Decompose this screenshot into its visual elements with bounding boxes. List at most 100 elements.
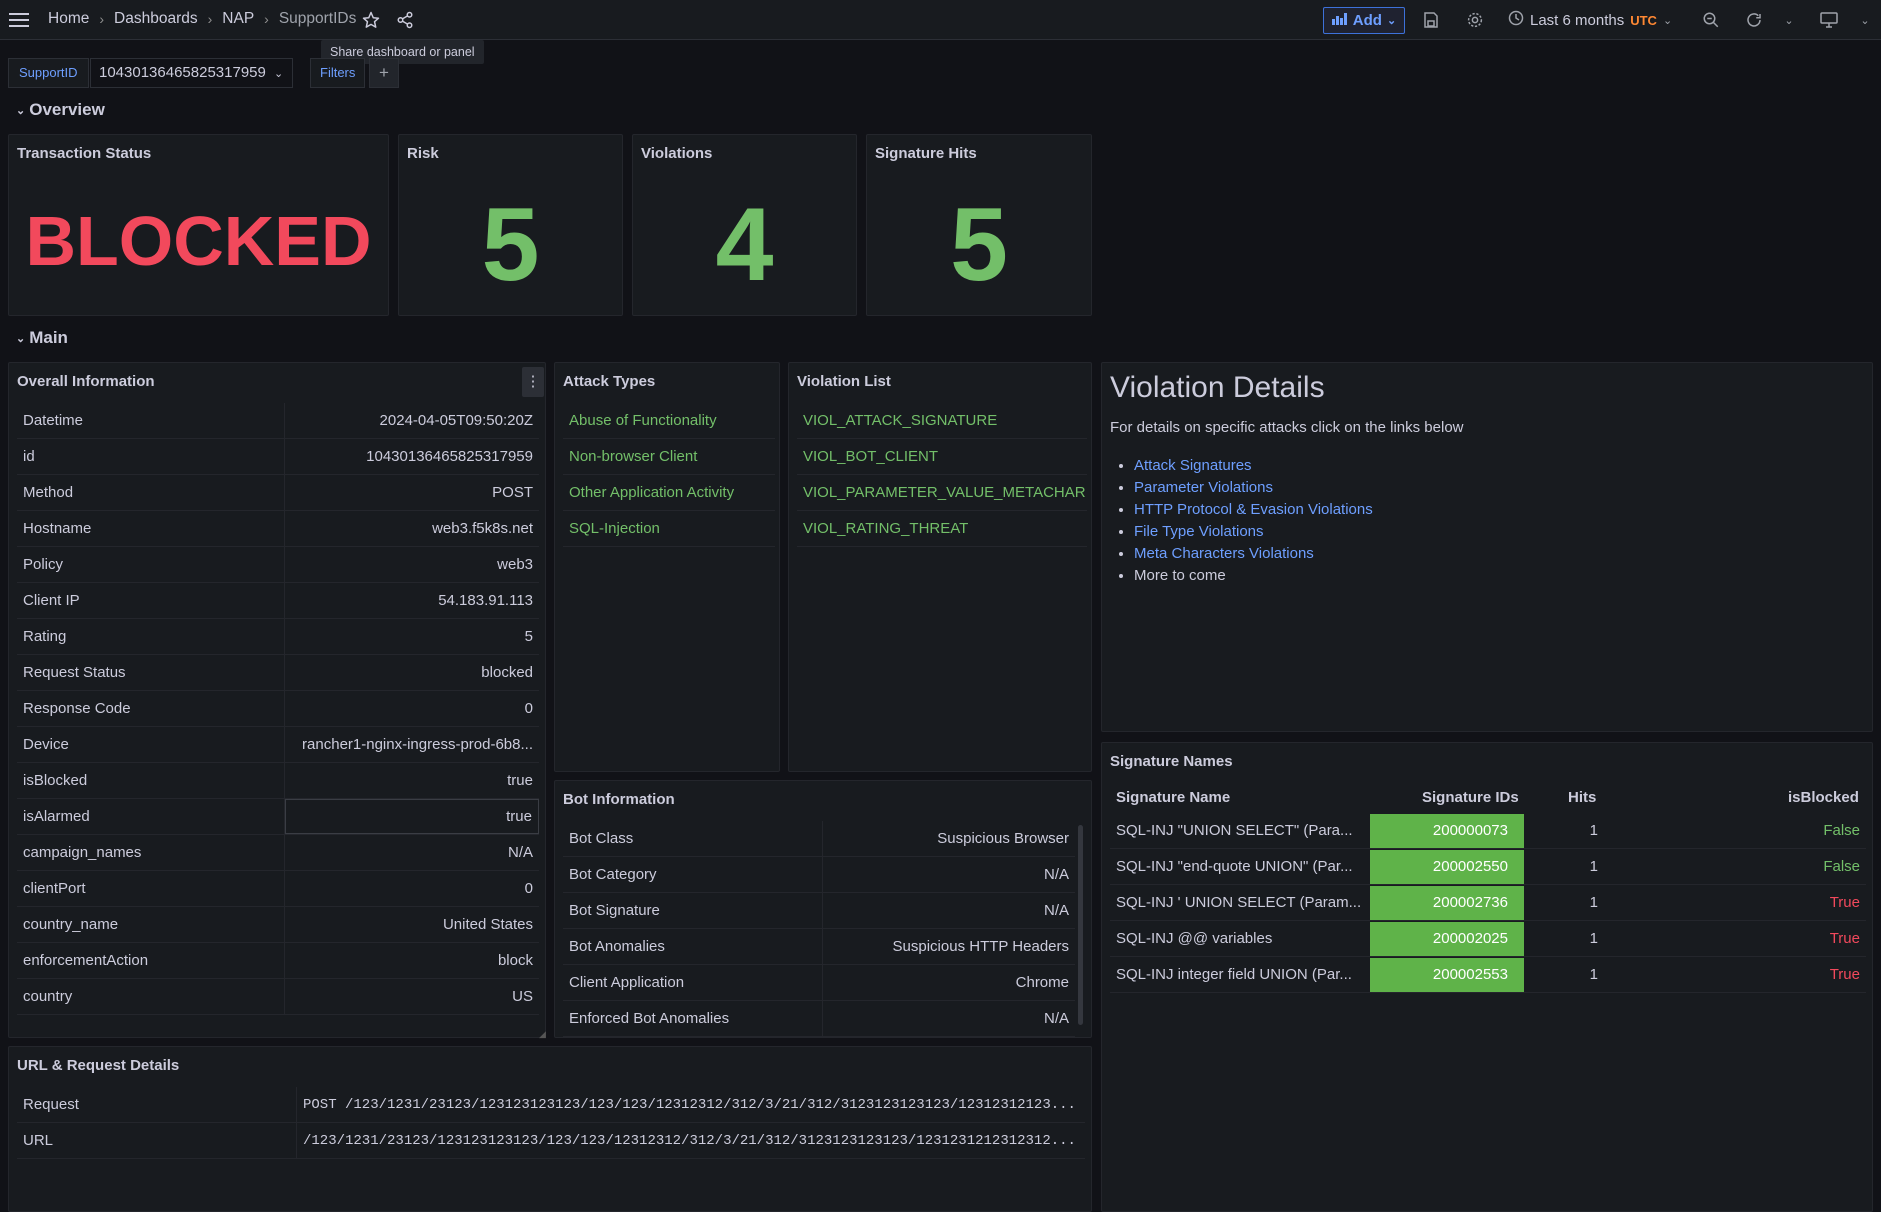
list-item[interactable]: Other Application Activity bbox=[563, 475, 775, 511]
filters-label[interactable]: Filters bbox=[310, 58, 366, 88]
panel-title: Risk bbox=[407, 145, 439, 162]
table-row: SQL-INJ integer field UNION (Par... 20000… bbox=[1110, 957, 1866, 993]
table-row: enforcementAction block bbox=[17, 943, 539, 979]
tv-icon[interactable] bbox=[1816, 7, 1842, 33]
zoom-out-icon[interactable] bbox=[1698, 7, 1724, 33]
list-item: Meta Characters Violations bbox=[1134, 543, 1373, 565]
isblocked-cell: True bbox=[1829, 930, 1860, 947]
add-filter-button[interactable]: + bbox=[369, 58, 399, 88]
signature-id-cell: 200002025 bbox=[1370, 921, 1524, 956]
hits-cell: 1 bbox=[1589, 822, 1598, 839]
violation-details-heading: Violation Details bbox=[1110, 371, 1325, 404]
row-key: Response Code bbox=[17, 691, 285, 726]
link-file-type[interactable]: File Type Violations bbox=[1134, 523, 1264, 540]
column-header-signature-name[interactable]: Signature Name bbox=[1116, 789, 1230, 806]
chevron-down-icon: ⌄ bbox=[1386, 15, 1397, 27]
row-overview-title: Overview bbox=[29, 100, 105, 119]
column-header-isblocked[interactable]: isBlocked bbox=[1788, 789, 1859, 806]
link-meta-characters[interactable]: Meta Characters Violations bbox=[1134, 545, 1314, 562]
table-row: Request Status blocked bbox=[17, 655, 539, 691]
link-parameter-violations[interactable]: Parameter Violations bbox=[1134, 479, 1273, 496]
star-icon[interactable] bbox=[358, 7, 384, 33]
table-row: Bot Class Suspicious Browser bbox=[563, 821, 1075, 857]
link-attack-signatures[interactable]: Attack Signatures bbox=[1134, 457, 1252, 474]
breadcrumb-nap[interactable]: NAP bbox=[222, 10, 254, 28]
violation-links-list: Attack Signatures Parameter Violations H… bbox=[1134, 455, 1373, 587]
row-key: Client IP bbox=[17, 583, 285, 618]
refresh-icon[interactable] bbox=[1741, 7, 1767, 33]
breadcrumb: Home › Dashboards › NAP › SupportIDs bbox=[48, 10, 356, 28]
table-row: campaign_names N/A bbox=[17, 835, 539, 871]
panel-menu-icon[interactable]: ⋮ bbox=[522, 367, 544, 397]
signature-id-cell: 200002736 bbox=[1370, 885, 1524, 920]
link-http-protocol[interactable]: HTTP Protocol & Evasion Violations bbox=[1134, 501, 1373, 518]
list-item[interactable]: VIOL_PARAMETER_VALUE_METACHAR bbox=[797, 475, 1087, 511]
hits-cell: 1 bbox=[1589, 894, 1598, 911]
row-overview[interactable]: ⌄ Overview bbox=[16, 100, 105, 120]
supportid-variable-label: SupportID bbox=[8, 58, 89, 88]
table-row: Device rancher1-nginx-ingress-prod-6b8... bbox=[17, 727, 539, 763]
row-key: Bot Anomalies bbox=[563, 929, 823, 964]
list-item[interactable]: VIOL_BOT_CLIENT bbox=[797, 439, 1087, 475]
row-key: isAlarmed bbox=[17, 799, 285, 834]
resize-handle-icon[interactable]: ◢ bbox=[539, 1029, 546, 1040]
signature-hits-value: 5 bbox=[950, 186, 1008, 303]
table-row: Response Code 0 bbox=[17, 691, 539, 727]
table-row: SQL-INJ @@ variables 200002025 1 True bbox=[1110, 921, 1866, 957]
list-item[interactable]: Abuse of Functionality bbox=[563, 403, 775, 439]
row-value: Suspicious HTTP Headers bbox=[892, 938, 1069, 955]
table-row: URL/123/1231/23123/123123123123/123/123/… bbox=[17, 1123, 1085, 1159]
time-range-label: Last 6 months bbox=[1530, 11, 1625, 29]
chevron-down-icon[interactable]: ⌄ bbox=[1852, 7, 1878, 33]
column-header-hits[interactable]: Hits bbox=[1568, 789, 1596, 806]
save-icon[interactable] bbox=[1418, 7, 1444, 33]
row-main[interactable]: ⌄ Main bbox=[16, 328, 68, 348]
share-icon[interactable] bbox=[392, 7, 418, 33]
row-value: 0 bbox=[524, 700, 533, 717]
list-item: Parameter Violations bbox=[1134, 477, 1373, 499]
row-value: 54.183.91.113 bbox=[438, 592, 533, 609]
signature-names-panel: Signature Names Signature Name Signature… bbox=[1101, 742, 1873, 1212]
column-header-signature-ids[interactable]: Signature IDs bbox=[1422, 789, 1519, 806]
row-key: Request Status bbox=[17, 655, 285, 690]
row-key: Datetime bbox=[17, 403, 285, 438]
violation-details-panel: Violation Details For details on specifi… bbox=[1101, 362, 1873, 732]
isblocked-cell: True bbox=[1829, 966, 1860, 983]
list-item[interactable]: Non-browser Client bbox=[563, 439, 775, 475]
supportid-select[interactable]: 10430136465825317959 ⌄ bbox=[90, 58, 293, 88]
list-item: Attack Signatures bbox=[1134, 455, 1373, 477]
panel-title: Signature Hits bbox=[875, 145, 977, 162]
list-item[interactable]: VIOL_ATTACK_SIGNATURE bbox=[797, 403, 1087, 439]
row-key: enforcementAction bbox=[17, 943, 285, 978]
hits-cell: 1 bbox=[1589, 930, 1598, 947]
attack-types-panel: Attack Types Abuse of Functionality Non-b… bbox=[554, 362, 780, 772]
chevron-down-icon: ⌄ bbox=[274, 68, 284, 80]
row-key: id bbox=[17, 439, 285, 474]
list-item[interactable]: SQL-Injection bbox=[563, 511, 775, 547]
row-key: clientPort bbox=[17, 871, 285, 906]
table-row: Client Application Chrome bbox=[563, 965, 1075, 1001]
signature-name: SQL-INJ integer field UNION (Par... bbox=[1116, 966, 1352, 983]
list-item: HTTP Protocol & Evasion Violations bbox=[1134, 499, 1373, 521]
scrollbar[interactable] bbox=[1078, 825, 1083, 1025]
table-row: SQL-INJ "UNION SELECT" (Para... 200000073… bbox=[1110, 813, 1866, 849]
add-button[interactable]: Add ⌄ bbox=[1323, 7, 1405, 34]
signature-id-cell: 200002550 bbox=[1370, 849, 1524, 884]
table-row: Client IP 54.183.91.113 bbox=[17, 583, 539, 619]
row-key: Hostname bbox=[17, 511, 285, 546]
breadcrumb-dashboards[interactable]: Dashboards bbox=[114, 10, 198, 28]
clock-icon bbox=[1508, 10, 1524, 30]
row-key: Enforced Bot Anomalies bbox=[563, 1001, 823, 1036]
menu-icon[interactable] bbox=[6, 7, 32, 33]
row-value: 5 bbox=[524, 628, 533, 645]
signature-name: SQL-INJ ' UNION SELECT (Param... bbox=[1116, 894, 1362, 911]
chevron-right-icon: › bbox=[264, 11, 269, 27]
chevron-down-icon[interactable]: ⌄ bbox=[1776, 7, 1802, 33]
list-item[interactable]: VIOL_RATING_THREAT bbox=[797, 511, 1087, 547]
row-key: isBlocked bbox=[17, 763, 285, 798]
breadcrumb-home[interactable]: Home bbox=[48, 10, 89, 28]
chevron-down-icon: ⌄ bbox=[16, 332, 26, 345]
time-range-picker[interactable]: Last 6 months UTC ⌄ bbox=[1508, 10, 1672, 30]
panel-title: Violation List bbox=[797, 373, 891, 390]
gear-icon[interactable] bbox=[1462, 7, 1488, 33]
